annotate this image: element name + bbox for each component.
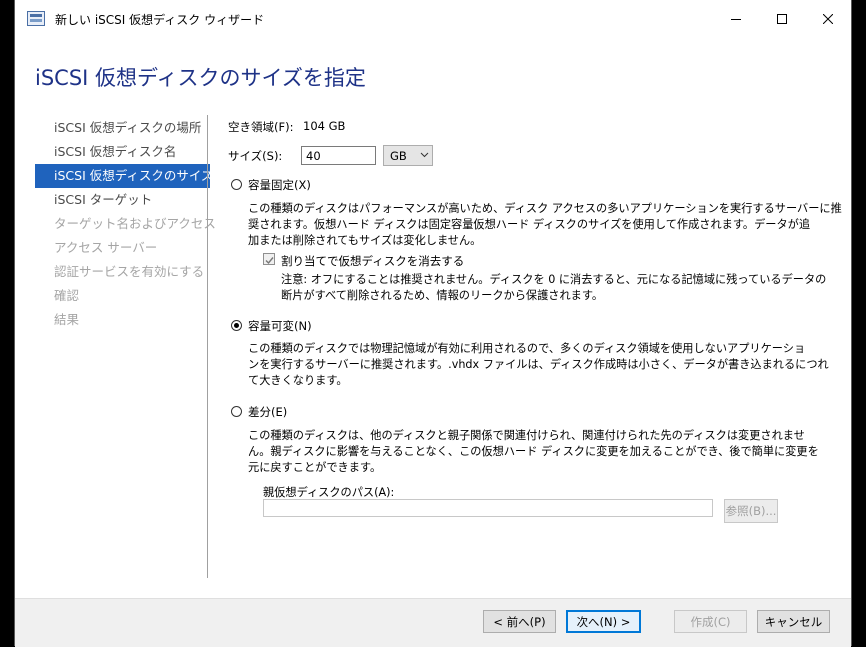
nav-item-size[interactable]: iSCSI 仮想ディスクのサイズ [35, 164, 213, 188]
fixed-desc-line-1: この種類のディスクはパフォーマンスが高いため、ディスク アクセスの多いアプリケー… [248, 202, 842, 215]
size-input-value: 40 [306, 149, 321, 163]
fixed-size-label[interactable]: 容量固定(X) [248, 177, 311, 193]
dynamic-desc-line-2: ンを実行するサーバーに推奨されます。.vhdx ファイルは、ディスク作成時は小さ… [248, 358, 829, 371]
next-button[interactable]: 次へ(N) > [566, 610, 641, 633]
zero-out-label[interactable]: 割り当てで仮想ディスクを消去する [281, 253, 464, 269]
footer-bar: < 前へ(P) 次へ(N) > 作成(C) キャンセル [15, 598, 851, 647]
wizard-steps-nav: iSCSI 仮想ディスクの場所 iSCSI 仮想ディスク名 iSCSI 仮想ディ… [35, 116, 216, 332]
dynamic-desc-line-3: て大きくなります。 [248, 374, 348, 387]
zero-out-note: 注意: オフにすることは推奨されません。ディスクを 0 に消去すると、元になる記… [281, 272, 826, 304]
size-unit-value: GB [390, 149, 407, 163]
dynamic-size-radio[interactable] [231, 320, 242, 331]
cancel-button[interactable]: キャンセル [757, 610, 830, 633]
nav-item-confirmation: 確認 [54, 288, 80, 303]
free-space-label: 空き領域(F): [228, 120, 294, 134]
dynamic-size-label[interactable]: 容量可変(N) [248, 318, 312, 334]
nav-item-access-servers: アクセス サーバー [54, 240, 158, 255]
back-button[interactable]: < 前へ(P) [483, 610, 556, 633]
create-button[interactable]: 作成(C) [674, 610, 747, 633]
size-input[interactable]: 40 [301, 146, 376, 165]
iscsi-wizard-icon [27, 11, 45, 26]
size-label: サイズ(S): [228, 149, 283, 163]
fixed-size-radio[interactable] [231, 179, 242, 190]
nav-item-results: 結果 [54, 312, 80, 327]
chevron-down-icon [420, 148, 429, 165]
note-line-1: 注意: オフにすることは推奨されません。ディスクを 0 に消去すると、元になる記… [281, 273, 827, 286]
browse-button[interactable]: 参照(B)... [724, 499, 778, 523]
differencing-description: この種類のディスクは、他のディスクと親子関係で関連付けられ、関連付けられた先のデ… [248, 428, 819, 476]
free-space-value: 104 GB [303, 119, 346, 133]
differencing-label[interactable]: 差分(E) [248, 404, 287, 420]
diff-desc-line-2: ん。親ディスクに影響を与えることなく、この仮想ハード ディスクに変更を加えること… [248, 445, 819, 458]
diff-desc-line-3: 元に戻すことができます。 [248, 461, 382, 474]
nav-item-target-name-access: ターゲット名およびアクセス [54, 216, 216, 231]
fixed-desc-line-2: 奨されます。仮想ハード ディスクは固定容量仮想ハード ディスクのサイズを使用して… [248, 218, 811, 231]
check-icon [265, 254, 274, 268]
parent-path-label: 親仮想ディスクのパス(A): [263, 486, 395, 499]
nav-item-authentication: 認証サービスを有効にする [54, 264, 205, 279]
parent-path-input[interactable] [263, 499, 713, 517]
fixed-size-description: この種類のディスクはパフォーマンスが高いため、ディスク アクセスの多いアプリケー… [248, 201, 842, 249]
radio-selected-dot [234, 323, 239, 328]
differencing-radio[interactable] [231, 406, 242, 417]
note-line-2: 断片がすべて削除されるため、情報のリークから保護されます。 [281, 289, 604, 302]
nav-item-target[interactable]: iSCSI ターゲット [35, 188, 210, 212]
nav-divider [207, 115, 208, 578]
size-unit-dropdown[interactable]: GB [383, 145, 433, 166]
diff-desc-line-1: この種類のディスクは、他のディスクと親子関係で関連付けられ、関連付けられた先のデ… [248, 429, 805, 442]
dynamic-desc-line-1: この種類のディスクでは物理記憶域が有効に利用されるので、多くのディスク領域を使用… [248, 342, 806, 355]
wizard-window: 新しい iSCSI 仮想ディスク ウィザード iSCSI 仮想ディスクのサイズを… [14, 0, 852, 647]
dynamic-size-description: この種類のディスクでは物理記憶域が有効に利用されるので、多くのディスク領域を使用… [248, 341, 829, 389]
main-content: 空き領域(F): 104 GB サイズ(S): 40 GB 容量固定(X) この… [228, 0, 848, 600]
fixed-desc-line-3: 加または削除されてもサイズは変化しません。 [248, 234, 482, 247]
zero-out-checkbox[interactable] [263, 253, 275, 265]
nav-item-location[interactable]: iSCSI 仮想ディスクの場所 [35, 116, 210, 140]
nav-item-name[interactable]: iSCSI 仮想ディスク名 [35, 140, 210, 164]
